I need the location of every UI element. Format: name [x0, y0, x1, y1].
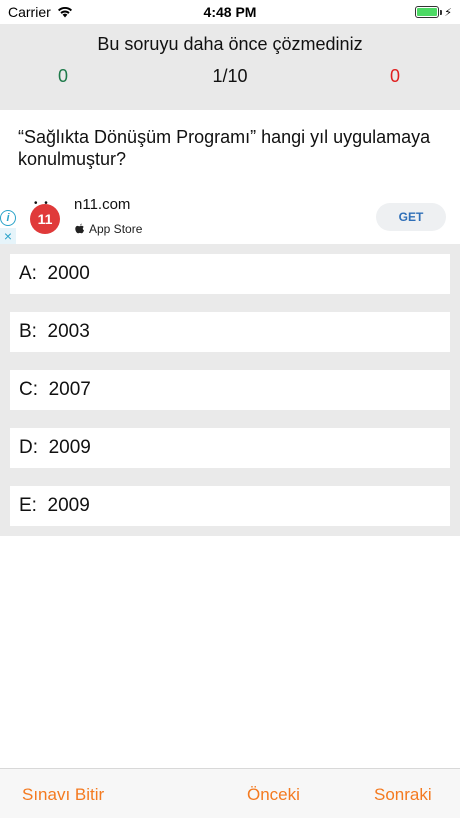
battery-icon: ⚡ [415, 6, 452, 19]
ad-banner[interactable]: i × • • 11 n11.com App Store GET [0, 190, 460, 244]
option-letter: A: [19, 263, 37, 284]
bottom-toolbar: Sınavı Bitir Önceki Sonraki [0, 768, 460, 818]
apple-icon [75, 223, 84, 234]
quiz-header: Bu soruyu daha önce çözmediniz 0 1/10 0 [0, 24, 460, 110]
ad-store-label: App Store [89, 222, 143, 236]
option-letter: C: [19, 379, 38, 400]
option-a[interactable]: A: 2000 [10, 254, 450, 294]
score-row: 0 1/10 0 [0, 66, 460, 90]
option-letter: E: [19, 495, 37, 516]
finish-exam-button[interactable]: Sınavı Bitir [22, 785, 104, 805]
option-value: 2000 [47, 263, 90, 284]
option-e[interactable]: E: 2009 [10, 486, 450, 526]
previous-button[interactable]: Önceki [247, 785, 300, 805]
ad-logo: 11 [30, 204, 60, 234]
ad-title[interactable]: n11.com [74, 196, 130, 213]
info-icon[interactable]: i [0, 210, 16, 226]
question-text: “Sağlıkta Dönüşüm Programı” hangi yıl uy… [18, 127, 431, 169]
option-b[interactable]: B: 2003 [10, 312, 450, 352]
wrong-count: 0 [390, 66, 401, 86]
get-button[interactable]: GET [376, 203, 446, 231]
option-value: 2009 [47, 495, 90, 516]
option-letter: B: [19, 321, 37, 342]
next-button[interactable]: Sonraki [374, 785, 432, 805]
charging-icon: ⚡ [444, 6, 452, 19]
option-value: 2003 [47, 321, 90, 342]
option-d[interactable]: D: 2009 [10, 428, 450, 468]
option-letter: D: [19, 437, 38, 458]
option-c[interactable]: C: 2007 [10, 370, 450, 410]
option-value: 2007 [48, 379, 91, 400]
option-value: 2009 [48, 437, 91, 458]
question-status-message: Bu soruyu daha önce çözmediniz [97, 34, 363, 54]
answer-options: A: 2000 B: 2003 C: 2007 D: 2009 E: 2009 [0, 244, 460, 536]
carrier-label: Carrier [8, 4, 51, 20]
status-bar: Carrier 4:48 PM ⚡ [0, 0, 460, 24]
ad-store: App Store [74, 222, 142, 236]
close-icon[interactable]: × [0, 228, 16, 244]
wifi-icon [57, 6, 72, 18]
status-left: Carrier [8, 4, 73, 20]
